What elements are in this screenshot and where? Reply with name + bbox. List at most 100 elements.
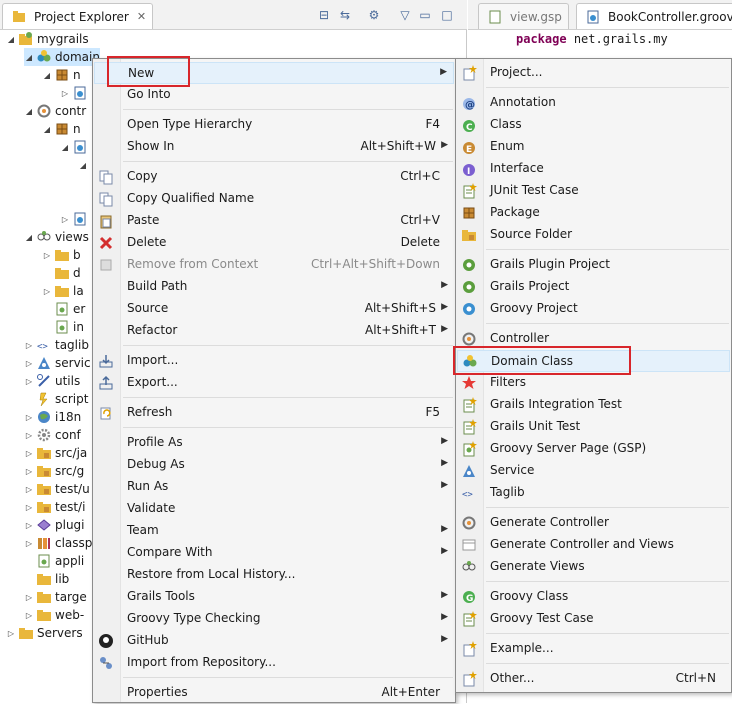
- collapsed-twisty-icon[interactable]: ▷: [60, 89, 70, 98]
- collapsed-twisty-icon[interactable]: ▷: [24, 611, 34, 620]
- collapse-all-icon[interactable]: ⊟: [316, 7, 332, 23]
- menu-item-copy[interactable]: Copy Ctrl+C: [94, 166, 454, 188]
- menu-item-import[interactable]: Import...: [94, 350, 454, 372]
- submenu-item-class[interactable]: C Class: [457, 114, 730, 136]
- tree-item[interactable]: [78, 192, 88, 210]
- gear-icon[interactable]: ⚙: [366, 7, 382, 23]
- tree-item[interactable]: script: [24, 390, 88, 408]
- menu-item-github[interactable]: GitHub ▶: [94, 630, 454, 652]
- tree-item[interactable]: d: [42, 264, 81, 282]
- menu-item-delete[interactable]: Delete Delete: [94, 232, 454, 254]
- submenu-item-groovy-project[interactable]: Groovy Project: [457, 298, 730, 320]
- submenu-item-grails-unit-test[interactable]: Grails Unit Test: [457, 416, 730, 438]
- tree-item[interactable]: lib: [24, 570, 69, 588]
- expanded-twisty-icon[interactable]: ◢: [6, 35, 16, 44]
- collapsed-twisty-icon[interactable]: ▷: [60, 215, 70, 224]
- collapsed-twisty-icon[interactable]: ▷: [24, 377, 34, 386]
- tree-item[interactable]: ▷ i18n: [24, 408, 81, 426]
- collapsed-twisty-icon[interactable]: ▷: [24, 521, 34, 530]
- collapsed-twisty-icon[interactable]: ▷: [24, 359, 34, 368]
- tree-item[interactable]: ◢ contr: [24, 102, 86, 120]
- tree-item[interactable]: ▷ <> taglib: [24, 336, 89, 354]
- tree-item[interactable]: ▷ plugi: [24, 516, 85, 534]
- tree-item[interactable]: ▷ la: [42, 282, 84, 300]
- menu-item-open-type-hierarchy[interactable]: Open Type Hierarchy F4: [94, 114, 454, 136]
- collapsed-twisty-icon[interactable]: ▷: [42, 287, 52, 296]
- expanded-twisty-icon[interactable]: ◢: [60, 143, 70, 152]
- menu-item-run-as[interactable]: Run As ▶: [94, 476, 454, 498]
- expanded-twisty-icon[interactable]: ◢: [78, 161, 88, 170]
- submenu-item-groovy-test-case[interactable]: Groovy Test Case: [457, 608, 730, 630]
- menu-item-grails-tools[interactable]: Grails Tools ▶: [94, 586, 454, 608]
- collapsed-twisty-icon[interactable]: ▷: [24, 485, 34, 494]
- collapsed-twisty-icon[interactable]: ▷: [24, 503, 34, 512]
- tree-item[interactable]: ▷ conf: [24, 426, 81, 444]
- tree-item[interactable]: appli: [24, 552, 84, 570]
- submenu-item-filters[interactable]: Filters: [457, 372, 730, 394]
- tree-item[interactable]: ▷ servic: [24, 354, 91, 372]
- expanded-twisty-icon[interactable]: ◢: [42, 71, 52, 80]
- menu-item-compare-with[interactable]: Compare With ▶: [94, 542, 454, 564]
- submenu-item-controller[interactable]: Controller: [457, 328, 730, 350]
- tree-item[interactable]: ▷ classp: [24, 534, 92, 552]
- minimize-icon[interactable]: ▭: [417, 7, 433, 23]
- menu-item-copy-qualified-name[interactable]: Copy Qualified Name: [94, 188, 454, 210]
- tree-item[interactable]: in: [42, 318, 84, 336]
- submenu-item-other[interactable]: Other... Ctrl+N: [457, 668, 730, 690]
- tree-item[interactable]: ◢ mygrails: [6, 30, 89, 48]
- menu-item-export[interactable]: Export...: [94, 372, 454, 394]
- submenu-item-grails-plugin-project[interactable]: Grails Plugin Project: [457, 254, 730, 276]
- submenu-item-domain-class[interactable]: Domain Class: [457, 350, 730, 372]
- menu-item-validate[interactable]: Validate: [94, 498, 454, 520]
- view-menu-chevron-down-icon[interactable]: ▽: [397, 7, 413, 23]
- collapsed-twisty-icon[interactable]: ▷: [24, 413, 34, 422]
- menu-item-source[interactable]: Source Alt+Shift+S ▶: [94, 298, 454, 320]
- submenu-item-grails-project[interactable]: Grails Project: [457, 276, 730, 298]
- menu-item-properties[interactable]: Properties Alt+Enter: [94, 682, 454, 704]
- tree-item[interactable]: er: [42, 300, 85, 318]
- tree-item[interactable]: ▷ test/u: [24, 480, 90, 498]
- expanded-twisty-icon[interactable]: ◢: [24, 53, 34, 62]
- menu-item-groovy-type-checking[interactable]: Groovy Type Checking ▶: [94, 608, 454, 630]
- tree-item[interactable]: [78, 174, 88, 192]
- submenu-item-groovy-class[interactable]: G Groovy Class: [457, 586, 730, 608]
- tree-item[interactable]: ▷ web-: [24, 606, 84, 624]
- menu-item-import-from-repository[interactable]: Import from Repository...: [94, 652, 454, 674]
- collapsed-twisty-icon[interactable]: ▷: [42, 251, 52, 260]
- tree-item[interactable]: ▷ Servers: [6, 624, 83, 642]
- tree-item[interactable]: ▷ test/i: [24, 498, 86, 516]
- tree-item[interactable]: ◢ domain: [24, 48, 100, 66]
- submenu-item-enum[interactable]: E Enum: [457, 136, 730, 158]
- collapsed-twisty-icon[interactable]: ▷: [24, 431, 34, 440]
- collapsed-twisty-icon[interactable]: ▷: [24, 467, 34, 476]
- tree-item[interactable]: ◢ n: [42, 66, 81, 84]
- menu-item-new[interactable]: New ▶: [94, 62, 454, 84]
- menu-item-debug-as[interactable]: Debug As ▶: [94, 454, 454, 476]
- menu-item-show-in[interactable]: Show In Alt+Shift+W ▶: [94, 136, 454, 158]
- submenu-item-annotation[interactable]: @ Annotation: [457, 92, 730, 114]
- menu-item-restore-from-local-history[interactable]: Restore from Local History...: [94, 564, 454, 586]
- submenu-item-taglib[interactable]: <> Taglib: [457, 482, 730, 504]
- collapsed-twisty-icon[interactable]: ▷: [24, 341, 34, 350]
- menu-item-profile-as[interactable]: Profile As ▶: [94, 432, 454, 454]
- submenu-item-project[interactable]: Project...: [457, 62, 730, 84]
- submenu-item-generate-controller-and-views[interactable]: Generate Controller and Views: [457, 534, 730, 556]
- expanded-twisty-icon[interactable]: ◢: [24, 233, 34, 242]
- menu-item-go-into[interactable]: Go Into: [94, 84, 454, 106]
- maximize-icon[interactable]: □: [439, 7, 455, 23]
- tree-item[interactable]: ◢ n: [42, 120, 81, 138]
- submenu-item-grails-integration-test[interactable]: Grails Integration Test: [457, 394, 730, 416]
- tree-item[interactable]: ◢: [78, 156, 88, 174]
- menu-item-remove-from-context[interactable]: Remove from Context Ctrl+Alt+Shift+Down: [94, 254, 454, 276]
- tree-item[interactable]: ▷: [60, 210, 91, 228]
- submenu-item-package[interactable]: Package: [457, 202, 730, 224]
- menu-item-build-path[interactable]: Build Path ▶: [94, 276, 454, 298]
- submenu-item-generate-controller[interactable]: Generate Controller: [457, 512, 730, 534]
- expanded-twisty-icon[interactable]: ◢: [24, 107, 34, 116]
- project-explorer-tab[interactable]: Project Explorer ✕: [2, 3, 154, 29]
- submenu-item-source-folder[interactable]: Source Folder: [457, 224, 730, 246]
- menu-item-refresh[interactable]: Refresh F5: [94, 402, 454, 424]
- expanded-twisty-icon[interactable]: ◢: [42, 125, 52, 134]
- menu-item-refactor[interactable]: Refactor Alt+Shift+T ▶: [94, 320, 454, 342]
- menu-item-team[interactable]: Team ▶: [94, 520, 454, 542]
